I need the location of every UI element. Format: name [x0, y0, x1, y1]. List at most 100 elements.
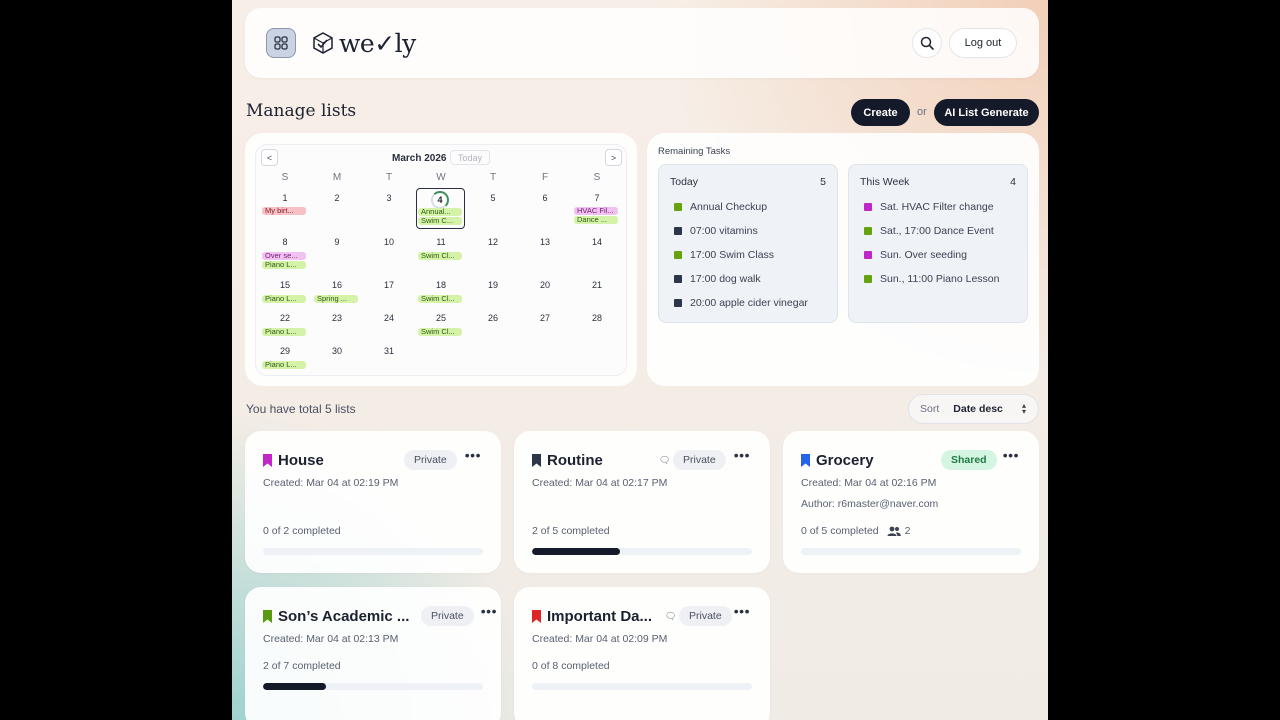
calendar-day[interactable]: 24: [364, 313, 414, 323]
calendar-day[interactable]: 10: [364, 237, 414, 247]
calendar-day[interactable]: 30: [312, 346, 362, 356]
member-count: 2: [904, 525, 911, 537]
sort-chevrons-icon: ▴ ▾: [1021, 401, 1026, 416]
calendar-day[interactable]: 26: [468, 313, 518, 323]
weekday-header: S: [593, 172, 601, 183]
calendar-day[interactable]: 19: [468, 280, 518, 290]
next-month-button[interactable]: >: [605, 149, 622, 166]
weekday-header: S: [281, 172, 289, 183]
calendar-event[interactable]: Swim C...: [418, 217, 462, 225]
list-card-sons-academic[interactable]: Son’s Academic ... Private ••• Created: …: [245, 587, 501, 720]
task-label: Sat. HVAC Filter change: [880, 201, 994, 213]
more-options-icon[interactable]: •••: [465, 447, 481, 463]
calendar-day[interactable]: 14: [572, 237, 622, 247]
calendar-day[interactable]: 7: [572, 193, 622, 203]
create-button[interactable]: Create: [851, 99, 910, 126]
ai-generate-button[interactable]: AI List Generate: [934, 99, 1039, 126]
list-name: House: [278, 452, 324, 469]
calendar-event[interactable]: Piano L...: [262, 328, 306, 336]
task-label: 17:00 Swim Class: [690, 249, 775, 261]
calendar-day[interactable]: 22: [260, 313, 310, 323]
list-card-important-dates[interactable]: Important Da... 🗨 Private ••• Created: M…: [514, 587, 770, 720]
list-name: Important Da...: [547, 608, 653, 625]
grid-icon: [274, 36, 288, 50]
app-viewport: we✓ly Log out Manage lists Create or AI …: [232, 0, 1048, 720]
calendar-event[interactable]: Over se...: [262, 252, 306, 260]
more-options-icon[interactable]: •••: [1003, 447, 1019, 463]
task-item[interactable]: 07:00 vitamins: [674, 225, 758, 237]
task-label: 07:00 vitamins: [690, 225, 758, 237]
calendar-day[interactable]: 18: [416, 280, 466, 290]
calendar-event[interactable]: Swim Cl...: [418, 252, 462, 260]
calendar-day[interactable]: 2: [312, 193, 362, 203]
calendar-event[interactable]: Piano L...: [262, 295, 306, 303]
calendar-day[interactable]: 23: [312, 313, 362, 323]
completion-text: 0 of 2 completed: [263, 525, 341, 537]
calendar-day[interactable]: 8: [260, 237, 310, 247]
menu-button[interactable]: [266, 28, 296, 58]
task-item[interactable]: 20:00 apple cider vinegar: [674, 297, 808, 309]
sort-select[interactable]: Sort Date desc ▴ ▾: [908, 394, 1039, 424]
today-button[interactable]: Today: [450, 150, 490, 165]
calendar-day[interactable]: 21: [572, 280, 622, 290]
bookmark-icon: [532, 610, 541, 623]
task-item[interactable]: Annual Checkup: [674, 201, 767, 213]
logout-button[interactable]: Log out: [949, 28, 1017, 58]
more-options-icon[interactable]: •••: [481, 603, 497, 619]
bookmark-icon: [532, 454, 541, 467]
calendar: < March 2026 Today > S M T W T F S 4 1 2…: [255, 144, 627, 376]
calendar-day[interactable]: 11: [416, 237, 466, 247]
calendar-day[interactable]: 12: [468, 237, 518, 247]
calendar-event[interactable]: Spring ...: [314, 295, 358, 303]
task-color-square: [674, 227, 682, 235]
calendar-day[interactable]: 13: [520, 237, 570, 247]
calendar-day[interactable]: 20: [520, 280, 570, 290]
calendar-event[interactable]: Annual...: [418, 208, 462, 216]
task-item[interactable]: 17:00 Swim Class: [674, 249, 774, 261]
task-item[interactable]: Sun. Over seeding: [864, 249, 967, 261]
list-name: Grocery: [816, 452, 874, 469]
prev-month-button[interactable]: <: [261, 149, 278, 166]
members-icon: [887, 526, 901, 536]
calendar-day[interactable]: 25: [416, 313, 466, 323]
calendar-day[interactable]: 15: [260, 280, 310, 290]
calendar-day[interactable]: 17: [364, 280, 414, 290]
calendar-day[interactable]: 9: [312, 237, 362, 247]
list-card-routine[interactable]: Routine 🗨 Private ••• Created: Mar 04 at…: [514, 431, 770, 573]
comment-icon: 🗨: [665, 611, 677, 621]
task-item[interactable]: Sat., 17:00 Dance Event: [864, 225, 994, 237]
list-card-house[interactable]: House Private ••• Created: Mar 04 at 02:…: [245, 431, 501, 573]
task-label: Sun. Over seeding: [880, 249, 967, 261]
calendar-event[interactable]: Swim Cl...: [418, 295, 462, 303]
task-item[interactable]: Sat. HVAC Filter change: [864, 201, 994, 213]
calendar-event[interactable]: Dance ...: [574, 216, 618, 224]
task-item[interactable]: 17:00 dog walk: [674, 273, 761, 285]
created-date: Created: Mar 04 at 02:16 PM: [801, 477, 937, 489]
logo[interactable]: we✓ly: [311, 28, 416, 58]
more-options-icon[interactable]: •••: [734, 603, 750, 619]
calendar-day[interactable]: 6: [520, 193, 570, 203]
search-icon: [920, 36, 934, 50]
calendar-day[interactable]: 5: [468, 193, 518, 203]
calendar-event[interactable]: Piano L...: [262, 261, 306, 269]
calendar-day[interactable]: 29: [260, 346, 310, 356]
task-item[interactable]: Sun., 11:00 Piano Lesson: [864, 273, 999, 285]
calendar-day[interactable]: 27: [520, 313, 570, 323]
calendar-event[interactable]: Swim Cl...: [418, 328, 462, 336]
search-button[interactable]: [912, 28, 942, 58]
calendar-event[interactable]: My birt...: [262, 207, 306, 215]
calendar-event[interactable]: Piano L...: [262, 361, 306, 369]
list-card-grocery[interactable]: Grocery Shared ••• Created: Mar 04 at 02…: [783, 431, 1039, 573]
calendar-day[interactable]: 28: [572, 313, 622, 323]
more-options-icon[interactable]: •••: [734, 447, 750, 463]
privacy-badge: Private: [673, 450, 726, 470]
task-color-square: [864, 227, 872, 235]
calendar-day[interactable]: 3: [364, 193, 414, 203]
week-tasks-column: This Week 4 Sat. HVAC Filter change Sat.…: [848, 164, 1028, 323]
calendar-day[interactable]: 16: [312, 280, 362, 290]
calendar-day[interactable]: 1: [260, 193, 310, 203]
progress-bar: [801, 548, 1021, 555]
page-title: Manage lists: [246, 101, 357, 121]
calendar-day[interactable]: 31: [364, 346, 414, 356]
calendar-event[interactable]: HVAC Fil...: [574, 207, 618, 215]
